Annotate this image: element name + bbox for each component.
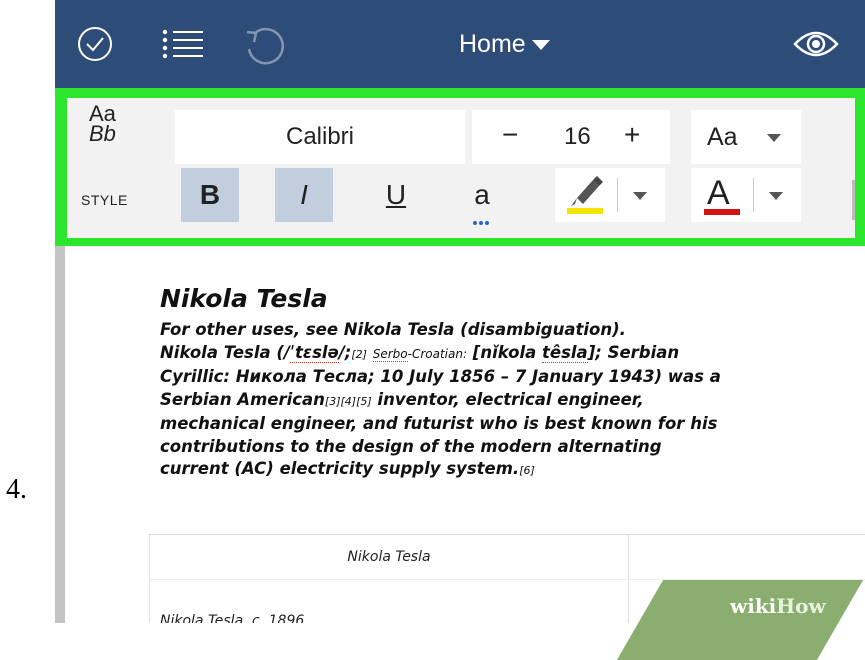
home-label: Home bbox=[459, 30, 526, 58]
subscript-button[interactable]: a bbox=[457, 168, 507, 225]
divider bbox=[617, 178, 618, 212]
divider bbox=[753, 178, 754, 212]
change-case-dropdown[interactable]: Aa bbox=[691, 110, 801, 164]
document-title: Nikola Tesla bbox=[160, 284, 328, 313]
italic-button[interactable]: I bbox=[275, 168, 333, 222]
step-number: 4. bbox=[6, 474, 27, 505]
decrease-font-size-button[interactable]: − bbox=[502, 119, 518, 151]
change-case-label: Aa bbox=[707, 123, 738, 151]
home-tab-dropdown[interactable]: Home bbox=[459, 30, 550, 59]
table-cell: Nikola Tesla, c. 1896 bbox=[160, 613, 305, 623]
eye-icon[interactable] bbox=[793, 28, 839, 60]
italic-label: I bbox=[300, 179, 308, 210]
subscript-dots-icon bbox=[473, 221, 491, 225]
highlight-color-button[interactable] bbox=[555, 168, 665, 222]
font-name-field[interactable]: Calibri bbox=[175, 110, 465, 164]
doc-line: For other uses, see Nikola Tesla (disamb… bbox=[160, 320, 626, 339]
font-size-value: 16 bbox=[564, 123, 591, 150]
spelling-underline: ˈtɛslə bbox=[289, 342, 339, 363]
underline-label: U bbox=[385, 179, 407, 210]
style-label: STYLE bbox=[81, 192, 128, 208]
chevron-down-icon[interactable] bbox=[633, 192, 647, 200]
undo-icon[interactable] bbox=[243, 24, 287, 66]
doc-line: Nikola Tesla (/ˈtɛslə/;[2] Serbo-Croatia… bbox=[160, 342, 680, 363]
doc-line: current (AC) electricity supply system.[… bbox=[160, 459, 535, 478]
font-size-stepper: − 16 + bbox=[472, 110, 670, 164]
bold-button[interactable]: B bbox=[181, 168, 239, 222]
highlighter-icon bbox=[567, 176, 603, 214]
doc-line: Cyrillic: Никола Тесла; 10 July 1856 – 7… bbox=[160, 367, 721, 386]
chevron-down-icon bbox=[531, 40, 550, 51]
font-color-label: A bbox=[707, 174, 730, 212]
table-header: Nikola Tesla bbox=[347, 549, 431, 565]
checkmark-circle-icon[interactable] bbox=[77, 26, 113, 62]
chevron-down-icon bbox=[767, 134, 781, 142]
document-margin bbox=[55, 246, 65, 623]
bold-label: B bbox=[199, 179, 221, 210]
doc-line: Serbian American[3][4][5] inventor, elec… bbox=[160, 389, 644, 409]
wikihow-logo: wikiHow bbox=[730, 594, 826, 618]
doc-line: mechanical engineer, and futurist who is… bbox=[160, 414, 718, 433]
formatting-ribbon: Aa Bb STYLE Calibri − 16 + Aa B I U a A bbox=[67, 98, 855, 238]
style-sample-bottom: Bb bbox=[89, 121, 116, 146]
spelling-underline: têsla bbox=[541, 342, 588, 363]
underline-button[interactable]: U bbox=[371, 168, 421, 222]
font-color-button[interactable]: A bbox=[691, 168, 801, 222]
chevron-down-icon[interactable] bbox=[769, 192, 783, 200]
formatting-ribbon-highlight: Aa Bb STYLE Calibri − 16 + Aa B I U a A bbox=[55, 88, 865, 246]
document-page[interactable]: Nikola Tesla For other uses, see Nikola … bbox=[65, 246, 865, 623]
subscript-label: a bbox=[474, 179, 490, 210]
document-paragraph: For other uses, see Nikola Tesla (disamb… bbox=[160, 319, 820, 483]
font-name-value: Calibri bbox=[285, 123, 354, 150]
list-icon[interactable] bbox=[161, 28, 205, 60]
word-app: Home Aa Bb STYLE Calibri − 16 + Aa B I U… bbox=[55, 0, 865, 623]
ribbon-overflow-edge bbox=[852, 180, 855, 220]
top-toolbar: Home bbox=[55, 0, 865, 88]
increase-font-size-button[interactable]: + bbox=[624, 119, 640, 151]
font-color-swatch bbox=[704, 209, 740, 215]
doc-line: contributions to the design of the moder… bbox=[160, 436, 662, 456]
style-gallery-button[interactable]: Aa Bb bbox=[89, 103, 116, 146]
spelling-underline: Serbo bbox=[372, 346, 408, 362]
document-body[interactable]: Nikola Tesla For other uses, see Nikola … bbox=[160, 284, 820, 483]
